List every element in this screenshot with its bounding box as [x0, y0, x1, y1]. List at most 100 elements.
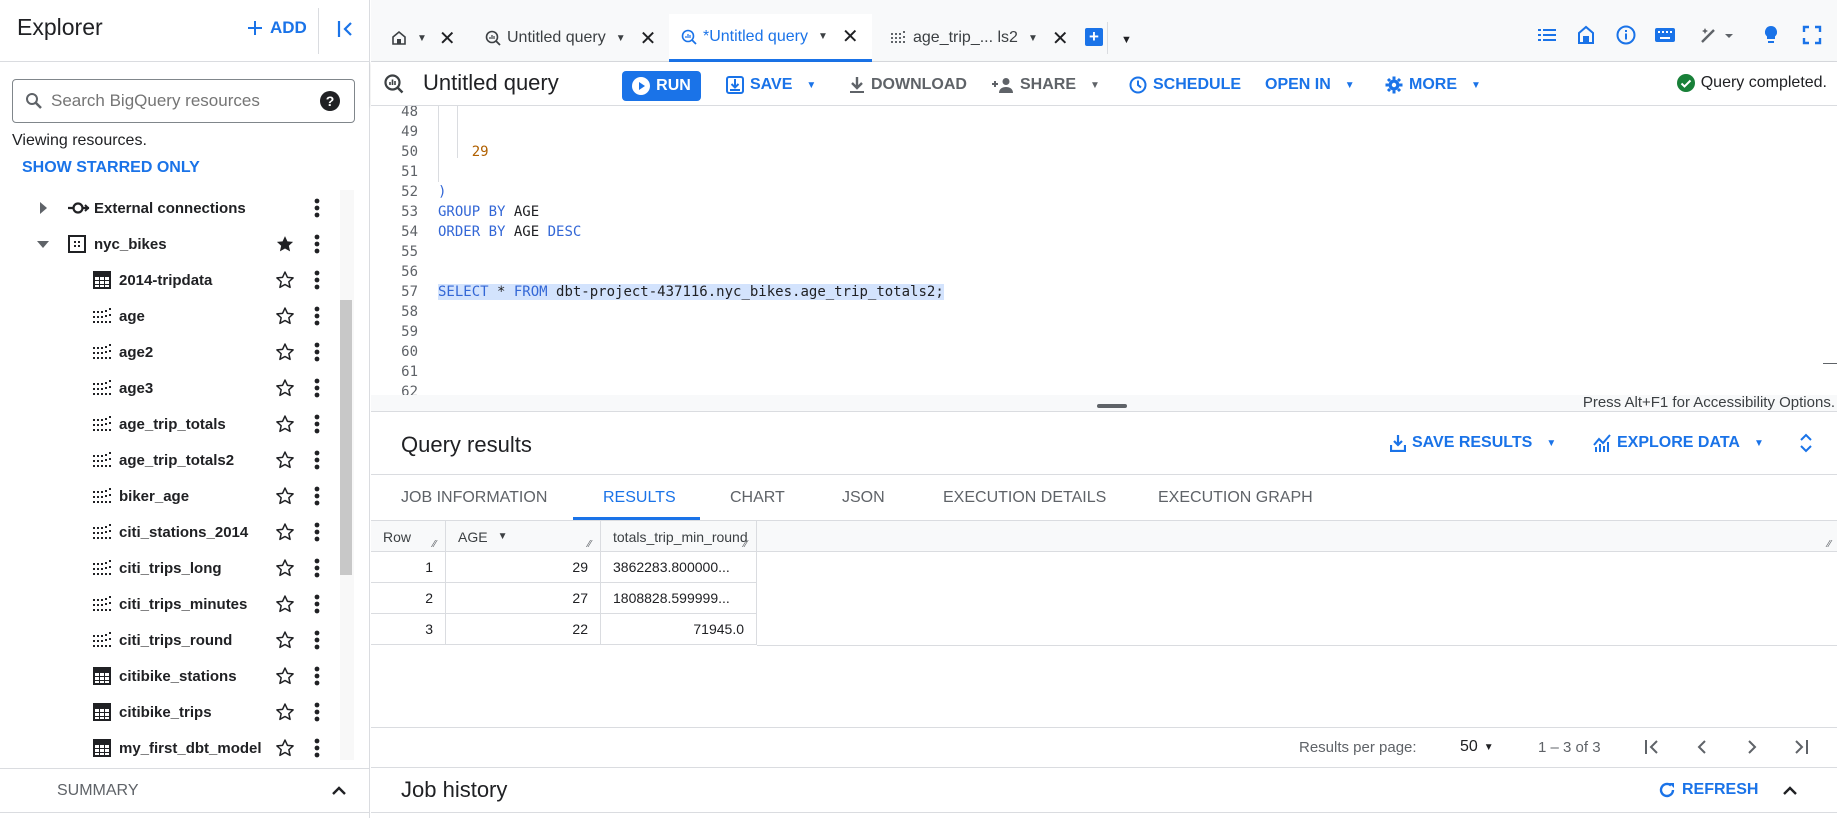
star-outline-icon[interactable] [275, 594, 295, 614]
add-button[interactable]: ADD [246, 18, 307, 38]
star-outline-icon[interactable] [275, 702, 295, 722]
age-cell[interactable]: 27 [446, 583, 601, 614]
refresh-button[interactable]: REFRESH [1658, 775, 1758, 805]
age-cell[interactable]: 29 [446, 552, 601, 583]
column-resize-handle[interactable]: ⁄⁄ [588, 539, 591, 550]
star-filled-icon[interactable] [275, 234, 295, 254]
tab-json[interactable]: JSON [842, 489, 885, 507]
star-outline-icon[interactable] [275, 486, 295, 506]
more-options-icon[interactable] [314, 414, 320, 434]
tree-item-citibike-trips[interactable]: citibike_trips [0, 694, 345, 730]
previous-page-icon[interactable] [1693, 738, 1711, 756]
search-input[interactable] [51, 91, 320, 111]
chevron-up-icon[interactable] [1781, 782, 1799, 800]
star-outline-icon[interactable] [275, 306, 295, 326]
summary-section[interactable]: SUMMARY [0, 768, 370, 813]
totals-trip-min-round-cell[interactable]: 71945.0 [601, 614, 757, 645]
tree-item-2014-tripdata[interactable]: 2014-tripdata [0, 262, 345, 298]
star-outline-icon[interactable] [275, 738, 295, 758]
star-outline-icon[interactable] [275, 270, 295, 290]
new-tab-button[interactable]: + [1085, 28, 1103, 46]
download-button[interactable]: DOWNLOAD [849, 70, 967, 100]
first-page-icon[interactable] [1643, 738, 1661, 756]
save-results-button[interactable]: SAVE RESULTS ▼ [1390, 428, 1556, 458]
tab-menu-caret-icon[interactable]: ▼ [818, 31, 828, 42]
star-outline-icon[interactable] [275, 558, 295, 578]
more-options-icon[interactable] [314, 450, 320, 470]
save-button[interactable]: SAVE ▼ [726, 70, 816, 100]
star-outline-icon[interactable] [275, 666, 295, 686]
tab-untitled-query-active[interactable]: *Untitled query ▼ ✕ [669, 14, 872, 62]
tree-item-age[interactable]: age [0, 298, 345, 334]
star-outline-icon[interactable] [275, 522, 295, 542]
more-options-icon[interactable] [314, 630, 320, 650]
tree-item-biker-age[interactable]: biker_age [0, 478, 345, 514]
star-outline-icon[interactable] [275, 342, 295, 362]
close-icon[interactable]: ✕ [640, 26, 657, 51]
more-options-icon[interactable] [314, 702, 320, 722]
tab-menu-caret-icon[interactable]: ▼ [616, 33, 626, 44]
last-page-icon[interactable] [1792, 738, 1810, 756]
lightbulb-icon[interactable] [1763, 25, 1779, 45]
chevron-up-icon[interactable] [330, 782, 348, 800]
collapse-panel-icon[interactable] [335, 18, 357, 40]
row-number-cell[interactable]: 3 [371, 614, 446, 645]
show-starred-only-button[interactable]: SHOW STARRED ONLY [22, 159, 200, 177]
caret-down-icon[interactable] [36, 237, 50, 251]
more-options-icon[interactable] [314, 306, 320, 326]
code-line[interactable]: ORDER BY AGE DESC [438, 224, 581, 240]
tab-results[interactable]: RESULTS [603, 489, 676, 507]
close-icon[interactable]: ✕ [842, 24, 859, 49]
age-cell[interactable]: 22 [446, 614, 601, 645]
query-title[interactable]: Untitled query [423, 70, 559, 96]
column-resize-handle[interactable]: ⁄⁄ [433, 539, 436, 550]
explore-data-button[interactable]: EXPLORE DATA ▼ [1593, 428, 1764, 458]
tree-item-citi-stations-2014[interactable]: citi_stations_2014 [0, 514, 345, 550]
results-per-page-select[interactable]: 50 ▼ [1460, 738, 1494, 756]
more-options-icon[interactable] [314, 234, 320, 254]
share-button[interactable]: SHARE ▼ [992, 70, 1100, 100]
tree-item-citi-trips-long[interactable]: citi_trips_long [0, 550, 345, 586]
table-row[interactable]: 1 29 3862283.800000... [371, 552, 757, 583]
run-button[interactable]: RUN [622, 71, 701, 101]
star-outline-icon[interactable] [275, 378, 295, 398]
row-number-cell[interactable]: 2 [371, 583, 446, 614]
open-in-button[interactable]: OPEN IN ▼ [1265, 70, 1355, 100]
code-line[interactable]: 29 [438, 144, 489, 160]
more-options-icon[interactable] [314, 522, 320, 542]
more-options-icon[interactable] [314, 486, 320, 506]
star-outline-icon[interactable] [275, 414, 295, 434]
column-header-totals-trip-min-round[interactable]: totals_trip_min_round [601, 521, 757, 552]
tab-age-trip-totals2[interactable]: age_trip_... ls2 ▼ ✕ [883, 14, 1073, 62]
more-options-icon[interactable] [314, 378, 320, 398]
list-icon[interactable] [1538, 27, 1556, 43]
code-line[interactable]: ) [438, 184, 446, 200]
keyboard-icon[interactable] [1655, 27, 1675, 43]
schedule-button[interactable]: SCHEDULE [1129, 70, 1241, 100]
tree-item-citi-trips-minutes[interactable]: citi_trips_minutes [0, 586, 345, 622]
code-line[interactable]: SELECT * FROM dbt-project-437116.nyc_bik… [438, 284, 944, 300]
tree-item-age-trip-totals2[interactable]: age_trip_totals2 [0, 442, 345, 478]
column-resize-handle[interactable]: ⁄⁄ [744, 539, 747, 550]
table-row[interactable]: 3 22 71945.0 [371, 614, 757, 645]
star-outline-icon[interactable] [275, 450, 295, 470]
tab-execution-graph[interactable]: EXECUTION GRAPH [1158, 489, 1313, 507]
tab-home[interactable]: ▼ ✕ [385, 14, 463, 62]
table-resize-handle[interactable]: ⁄⁄ [1828, 539, 1831, 550]
tree-item-citi-trips-round[interactable]: citi_trips_round [0, 622, 345, 658]
tree-item-age2[interactable]: age2 [0, 334, 345, 370]
next-page-icon[interactable] [1743, 738, 1761, 756]
more-options-icon[interactable] [314, 738, 320, 758]
more-options-icon[interactable] [314, 558, 320, 578]
close-icon[interactable]: ✕ [439, 26, 456, 51]
close-icon[interactable]: ✕ [1052, 26, 1069, 51]
tab-menu-caret-icon[interactable]: ▼ [1028, 33, 1038, 44]
tab-job-information[interactable]: JOB INFORMATION [401, 489, 547, 507]
column-header-age[interactable]: AGE ▼ [446, 521, 601, 552]
tab-untitled-query-1[interactable]: Untitled query ▼ ✕ [477, 14, 663, 62]
table-row[interactable]: 2 27 1808828.599999... [371, 583, 757, 614]
tab-execution-details[interactable]: EXECUTION DETAILS [943, 489, 1106, 507]
tree-item-age-trip-totals[interactable]: age_trip_totals [0, 406, 345, 442]
star-outline-icon[interactable] [275, 630, 295, 650]
more-options-icon[interactable] [314, 198, 320, 218]
